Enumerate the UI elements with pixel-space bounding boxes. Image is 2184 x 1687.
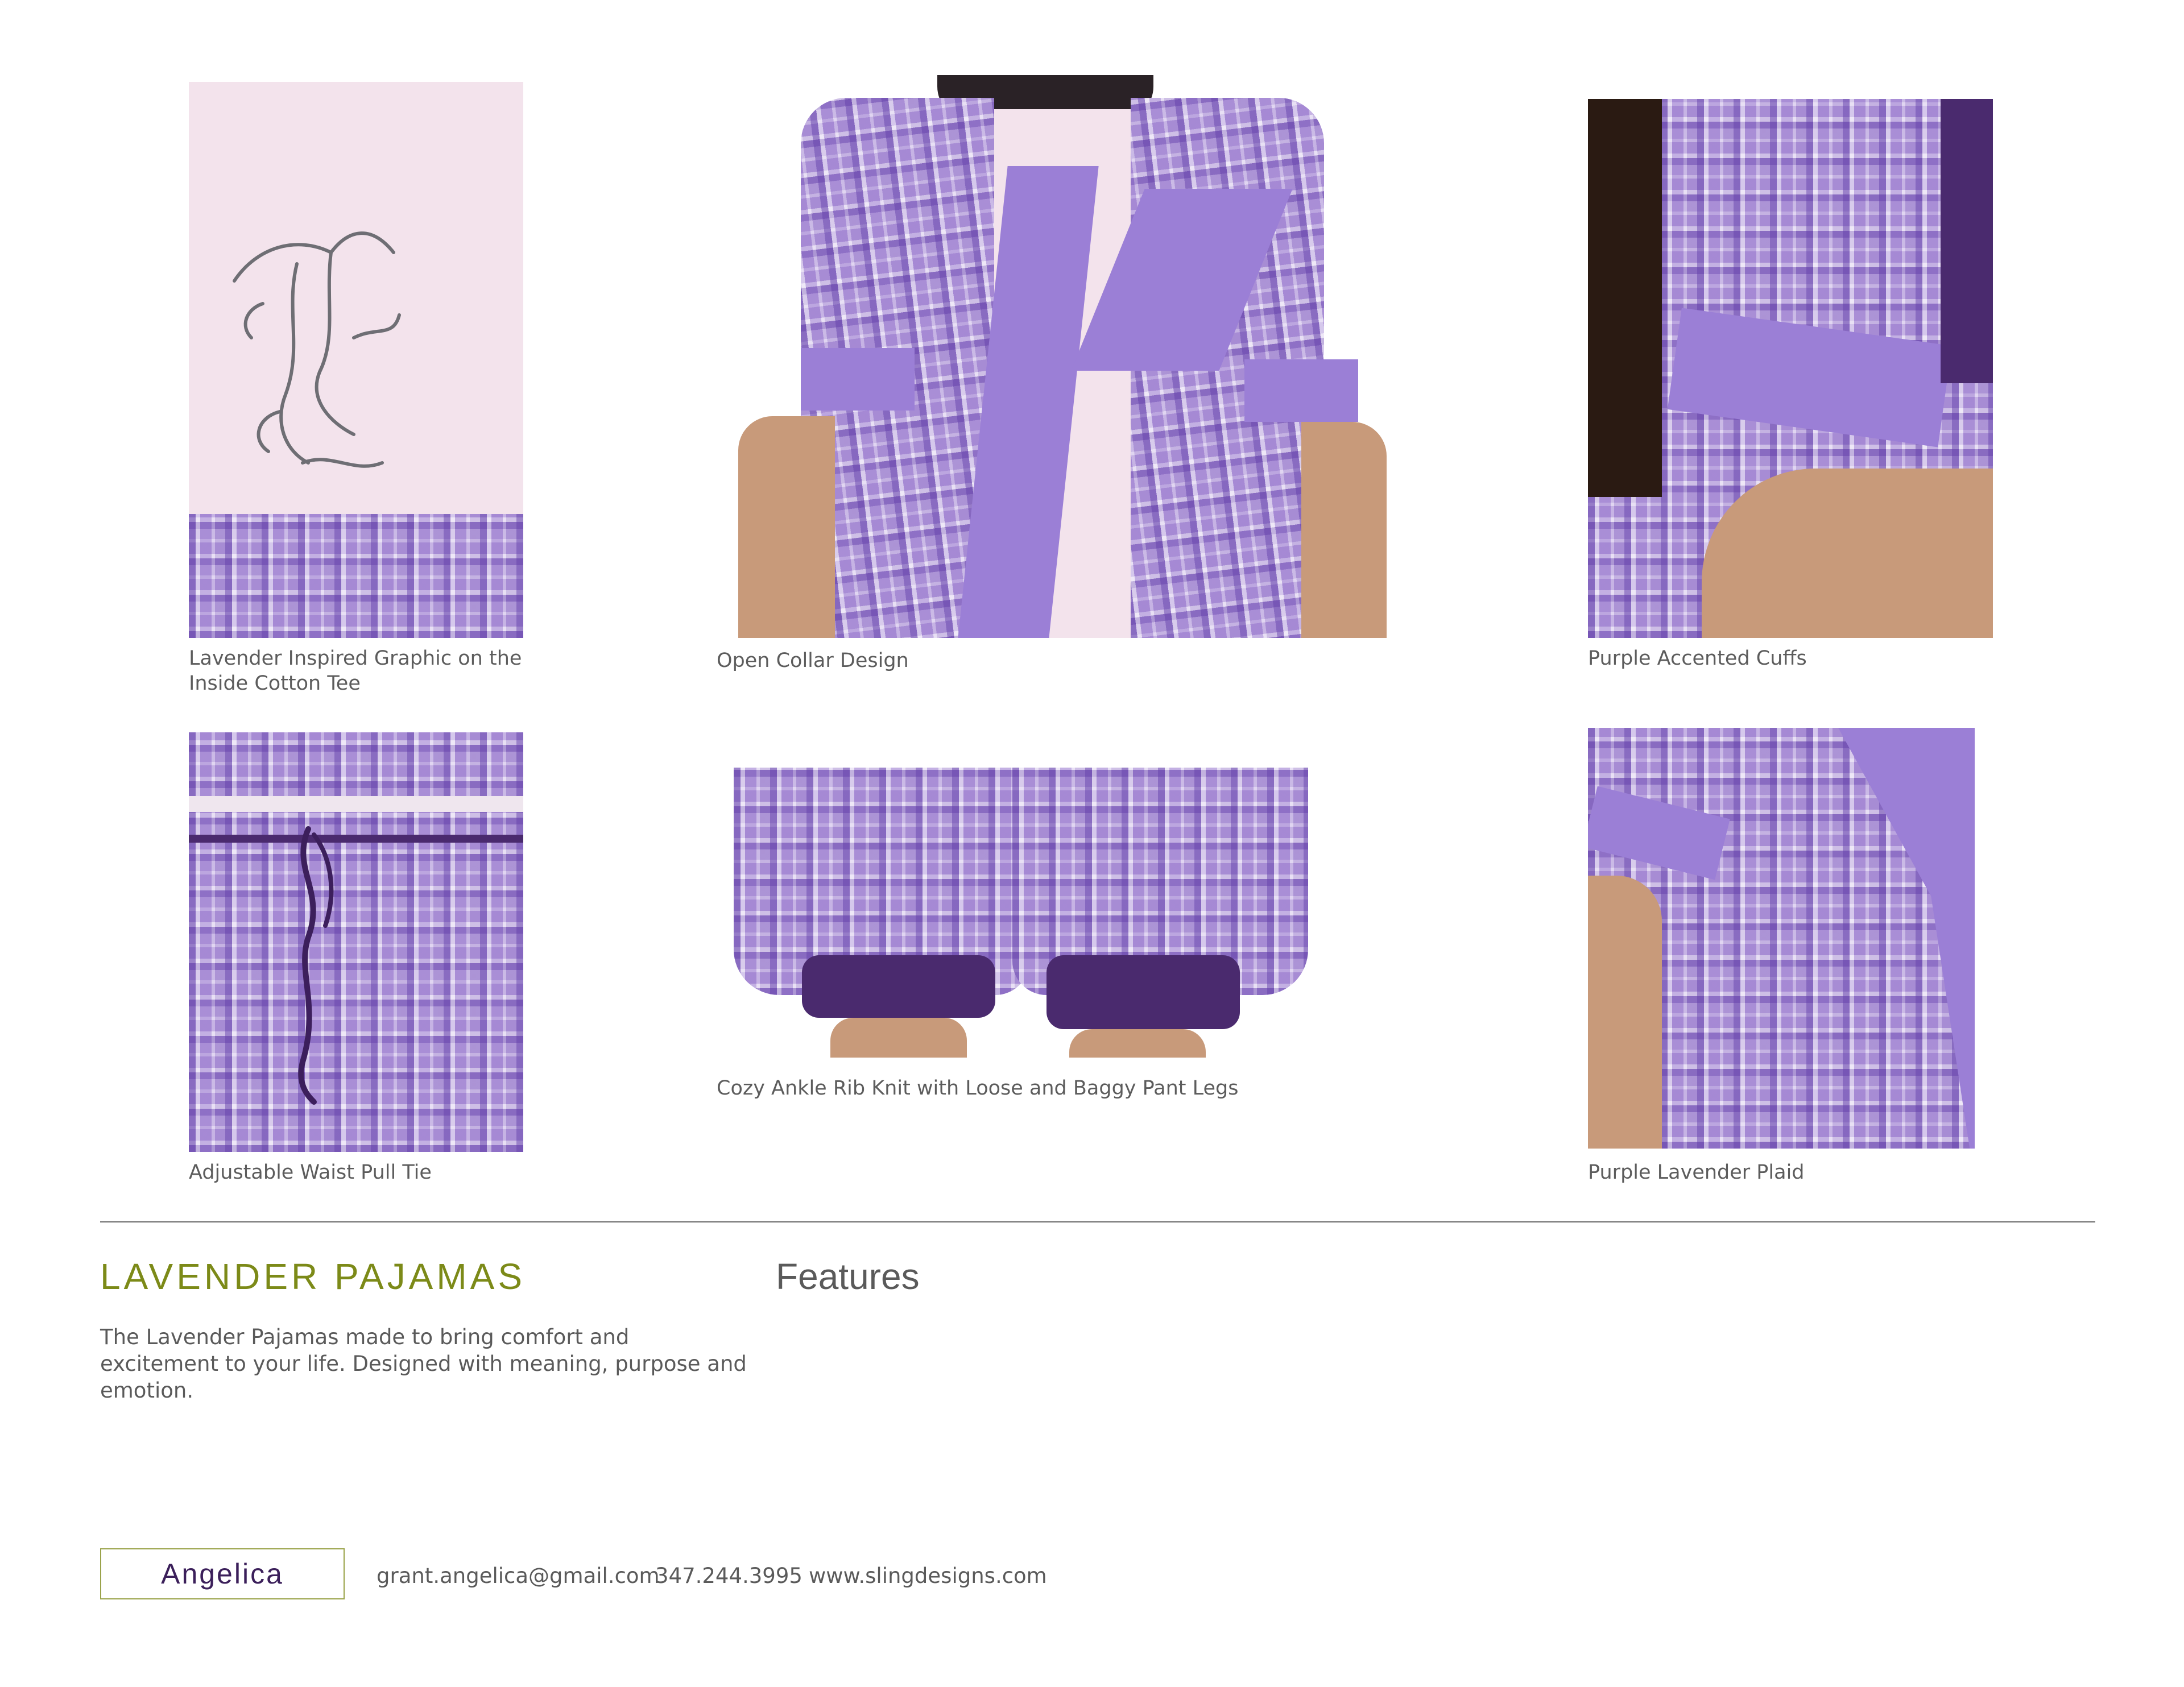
caption-open-collar: Open Collar Design (717, 649, 909, 672)
drawstring-icon (298, 826, 334, 1105)
caption-cuffs: Purple Accented Cuffs (1588, 647, 1807, 670)
caption-ankle-knit: Cozy Ankle Rib Knit with Loose and Baggy… (717, 1077, 1239, 1100)
tee-graphic-photo (189, 82, 523, 638)
contact-phone: 347.244.3995 (655, 1564, 803, 1588)
contact-website[interactable]: www.slingdesigns.com (809, 1564, 1047, 1588)
lavender-graphic-icon (233, 231, 401, 468)
product-description: The Lavender Pajamas made to bring comfo… (100, 1325, 747, 1403)
brand-logo: Angelica (100, 1548, 345, 1599)
caption-plaid: Purple Lavender Plaid (1588, 1161, 1805, 1184)
caption-tee-graphic: Lavender Inspired Graphic on the Inside … (189, 647, 522, 695)
ankle-knit-photo (717, 768, 1405, 1058)
contact-email[interactable]: grant.angelica@gmail.com (377, 1564, 660, 1588)
cuff-photo (1588, 99, 1993, 638)
open-collar-photo (721, 75, 1409, 638)
product-title: LAVENDER PAJAMAS (100, 1256, 526, 1297)
plaid-photo (1588, 728, 1993, 1149)
caption-waist-tie: Adjustable Waist Pull Tie (189, 1161, 432, 1184)
section-divider (100, 1221, 2095, 1222)
features-heading: Features (776, 1256, 920, 1297)
waist-tie-photo (189, 732, 523, 1152)
